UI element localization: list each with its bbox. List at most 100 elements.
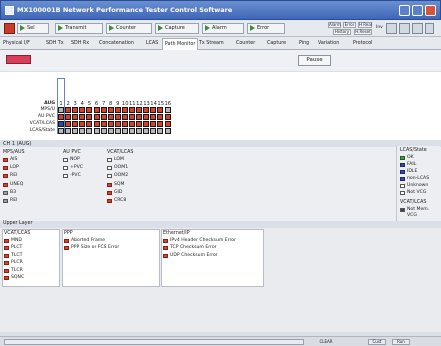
tab-concatenation[interactable]: Concatenation	[99, 39, 134, 49]
grid-cell[interactable]	[65, 121, 72, 127]
grid-cell[interactable]	[121, 107, 128, 113]
grid-cell[interactable]	[79, 121, 86, 127]
grid-cell[interactable]	[164, 114, 171, 120]
grid-cell[interactable]	[72, 107, 79, 113]
grid-cell[interactable]	[86, 107, 93, 113]
grid-cell[interactable]	[86, 121, 93, 127]
tab-sdh-rx[interactable]: SDH Rx	[71, 39, 89, 49]
grid-cell[interactable]	[93, 121, 100, 127]
grid-cell[interactable]	[72, 114, 79, 120]
h-reset-button[interactable]: H.Reset	[354, 29, 372, 35]
tab-ping[interactable]: Ping	[299, 39, 309, 49]
maximize-icon[interactable]	[412, 5, 423, 16]
legend-led-icon	[400, 191, 405, 195]
legend-label: Unknown	[407, 183, 429, 188]
capture-button[interactable]: Capture	[155, 23, 199, 34]
tab-capture[interactable]: Capture	[267, 39, 286, 49]
grid-cell[interactable]	[114, 121, 121, 127]
help-icon[interactable]	[425, 23, 434, 34]
grid-cell[interactable]	[136, 107, 143, 113]
grid-cell[interactable]	[58, 114, 64, 120]
tab-physical-if[interactable]: Physical I/F	[3, 39, 30, 49]
grid-cell[interactable]	[100, 107, 107, 113]
grid-cell[interactable]	[150, 107, 157, 113]
tab-protocol[interactable]: Protocol	[353, 39, 372, 49]
pause-button[interactable]: Pause	[298, 55, 331, 66]
grid-cell[interactable]	[157, 128, 164, 134]
grid-cell[interactable]	[58, 107, 64, 113]
tab-variation[interactable]: Variation	[318, 39, 339, 49]
alarm-button[interactable]: Alarm	[202, 23, 244, 34]
close-icon[interactable]	[425, 5, 436, 16]
grid-cell[interactable]	[143, 114, 150, 120]
minimize-icon[interactable]	[399, 5, 410, 16]
grid-cell[interactable]	[150, 128, 157, 134]
tab-lcas[interactable]: LCAS	[146, 39, 158, 49]
grid-cell[interactable]	[79, 128, 86, 134]
history-toggle-button[interactable]	[6, 55, 31, 64]
grid-cell[interactable]	[136, 128, 143, 134]
tab-path-monitor[interactable]: Path Monitor	[162, 38, 199, 50]
grid-cell[interactable]	[65, 107, 72, 113]
grid-cell[interactable]	[150, 121, 157, 127]
grid-cell[interactable]	[136, 114, 143, 120]
grid-cell[interactable]	[164, 128, 171, 134]
grid-cell[interactable]	[157, 114, 164, 120]
grid-cell[interactable]	[129, 121, 135, 127]
grid-cell[interactable]	[164, 107, 171, 113]
grid-cell[interactable]	[65, 114, 72, 120]
grid-cell[interactable]	[79, 107, 86, 113]
grid-cell[interactable]	[86, 128, 93, 134]
monitor-icon[interactable]	[386, 23, 397, 34]
grid-cell[interactable]	[100, 128, 107, 134]
grid-cell[interactable]	[72, 121, 79, 127]
grid-cell[interactable]	[72, 128, 79, 134]
grid-cell[interactable]	[86, 114, 93, 120]
grid-cell[interactable]	[150, 114, 157, 120]
grid-cell[interactable]	[58, 128, 64, 134]
grid-cell[interactable]	[143, 128, 150, 134]
grid-cell[interactable]	[107, 121, 114, 127]
save-icon[interactable]	[399, 23, 410, 34]
counter-button[interactable]: Counter	[106, 23, 152, 34]
grid-cell[interactable]	[100, 114, 107, 120]
sel-button[interactable]: Sel	[17, 23, 49, 34]
transmit-button[interactable]: Transmit	[55, 23, 103, 34]
grid-cell[interactable]	[100, 121, 107, 127]
grid-cell[interactable]	[121, 121, 128, 127]
grid-cell[interactable]	[121, 128, 128, 134]
grid-cell[interactable]	[143, 121, 150, 127]
cust-button[interactable]: Cust	[368, 339, 386, 345]
grid-cell[interactable]	[93, 114, 100, 120]
grid-cell[interactable]	[114, 114, 121, 120]
grid-cell[interactable]	[107, 114, 114, 120]
grid-cell[interactable]	[143, 107, 150, 113]
error-button[interactable]: Error	[247, 23, 285, 34]
grid-cell[interactable]	[93, 107, 100, 113]
grid-cell[interactable]	[79, 114, 86, 120]
grid-cell[interactable]	[129, 107, 135, 113]
grid-cell[interactable]	[114, 128, 121, 134]
grid-cell[interactable]	[157, 107, 164, 113]
grid-cell[interactable]	[107, 107, 114, 113]
tab-sdh-tx[interactable]: SDH Tx	[46, 39, 64, 49]
grid-cell[interactable]	[164, 121, 171, 127]
history-button[interactable]: History	[333, 29, 351, 35]
grid-cell[interactable]	[114, 107, 121, 113]
tab-counter[interactable]: Counter	[236, 39, 255, 49]
grid-cell[interactable]	[121, 114, 128, 120]
grid-cell[interactable]	[129, 128, 135, 134]
grid-cell[interactable]	[107, 128, 114, 134]
status-led-icon	[107, 190, 112, 195]
grid-cell[interactable]	[58, 121, 64, 127]
print-icon[interactable]	[412, 23, 423, 34]
legend-led-icon	[400, 177, 405, 181]
grid-cell[interactable]	[136, 121, 143, 127]
grid-cell[interactable]	[157, 121, 164, 127]
grid-cell[interactable]	[93, 128, 100, 134]
record-icon[interactable]	[4, 23, 15, 34]
run-button[interactable]: Run	[392, 339, 410, 345]
tab-tx-stream[interactable]: Tx Stream	[199, 39, 224, 49]
grid-cell[interactable]	[65, 128, 72, 134]
grid-cell[interactable]	[129, 114, 135, 120]
